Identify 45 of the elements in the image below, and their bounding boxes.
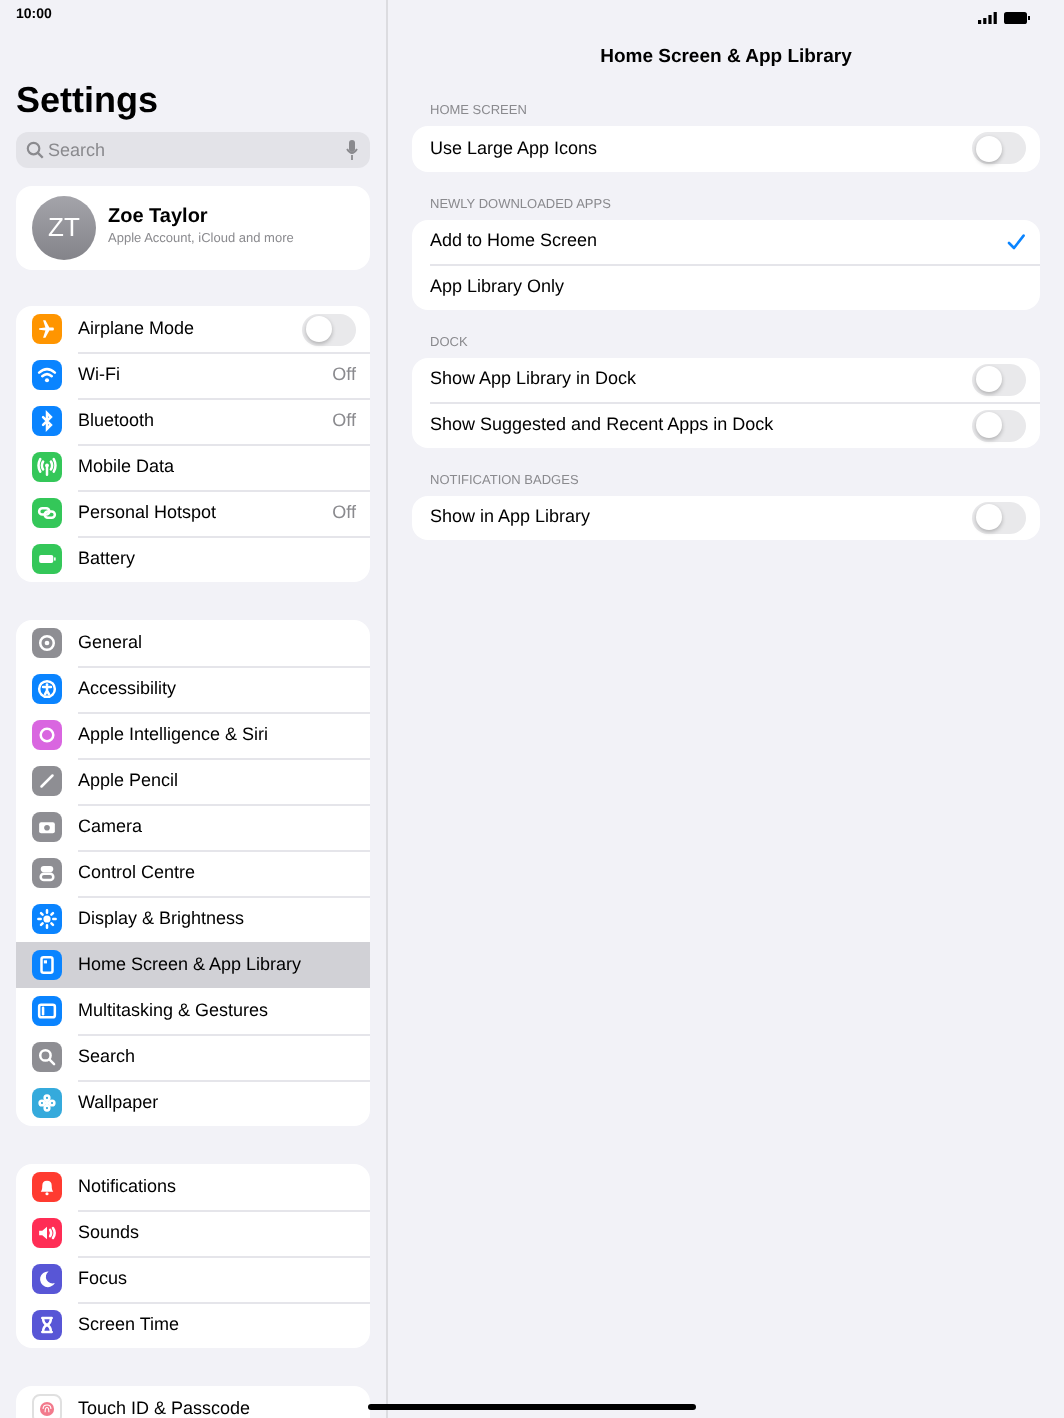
setting-value: Off xyxy=(332,408,356,435)
sidebar-item[interactable]: Mobile Data xyxy=(16,444,370,490)
sidebar-item[interactable]: Apple Intelligence & Siri xyxy=(16,712,370,758)
sidebar-item[interactable]: Wi-Fi Off xyxy=(16,352,370,398)
microphone-icon[interactable] xyxy=(346,140,358,160)
settings-title: Settings xyxy=(16,80,161,120)
sidebar-item[interactable]: Multitasking & Gestures xyxy=(16,988,370,1034)
sidebar-item[interactable]: Airplane Mode xyxy=(16,306,370,352)
battery-icon xyxy=(1004,11,1030,23)
setting-value: Off xyxy=(332,500,356,527)
sidebar-item[interactable]: Focus xyxy=(16,1256,370,1302)
sidebar-item[interactable]: Screen Time xyxy=(16,1302,370,1348)
option-row[interactable]: Add to Home Screen xyxy=(412,219,1040,264)
sidebar-item[interactable]: Camera xyxy=(16,804,370,850)
toggle-switch[interactable] xyxy=(972,363,1026,396)
setting-label: Show Suggested and Recent Apps in Dock xyxy=(430,412,776,438)
sidebar-item[interactable]: General xyxy=(16,620,370,666)
sidebar-item[interactable]: Battery xyxy=(16,536,370,582)
sidebar-item[interactable]: Notifications xyxy=(16,1164,370,1210)
sidebar-item[interactable]: Search xyxy=(16,1034,370,1080)
sidebar-item[interactable]: Personal Hotspot Off xyxy=(16,490,370,536)
signal-icon xyxy=(978,11,998,23)
search-field[interactable]: Search xyxy=(16,132,370,168)
page-title: Home Screen & App Library xyxy=(598,44,854,72)
setting-label: Show in App Library xyxy=(430,504,593,530)
sidebar-item[interactable]: Touch ID & Passcode xyxy=(16,1386,370,1418)
sidebar-item[interactable]: Apple Pencil xyxy=(16,758,370,804)
checkmark-icon xyxy=(1006,231,1026,252)
sidebar-item[interactable]: Wallpaper xyxy=(16,1080,370,1126)
setting-value: Off xyxy=(332,362,356,389)
setting-label: Show App Library in Dock xyxy=(430,366,639,392)
setting-label: Use Large App Icons xyxy=(430,135,600,162)
sidebar-item[interactable]: Home Screen & App Library xyxy=(16,942,370,988)
sidebar-item[interactable]: Control Centre xyxy=(16,850,370,896)
profile-name: Zoe Taylor xyxy=(108,206,210,231)
sidebar-item[interactable]: Sounds xyxy=(16,1210,370,1256)
search-icon xyxy=(26,141,44,159)
avatar: ZT xyxy=(32,196,96,260)
toggle-switch[interactable] xyxy=(972,132,1026,165)
toggle-switch[interactable] xyxy=(972,501,1026,534)
sidebar-item[interactable]: Bluetooth Off xyxy=(16,398,370,444)
toggle-switch[interactable] xyxy=(972,409,1026,442)
toggle-switch[interactable] xyxy=(302,313,356,345)
sidebar-item[interactable]: Accessibility xyxy=(16,666,370,712)
option-row[interactable]: App Library Only xyxy=(412,264,1040,309)
